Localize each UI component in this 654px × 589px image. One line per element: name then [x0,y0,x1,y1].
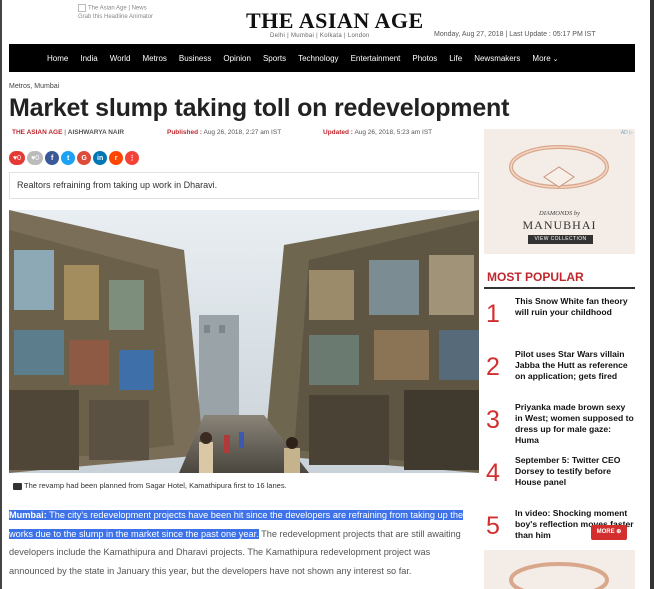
nav-photos[interactable]: Photos [412,54,437,63]
main-nav: Home India World Metros Business Opinion… [9,44,635,72]
article-title: Market slump taking toll on redevelopmen… [9,94,510,122]
nav-life[interactable]: Life [449,54,462,63]
most-popular-item[interactable]: 1 This Snow White fan theory will ruin y… [484,296,635,349]
ad-brand: MANUBHAI [522,218,597,232]
date-update: Monday, Aug 27, 2018 | Last Update : 05:… [434,31,596,38]
headline-link[interactable]: September 5: Twitter CEO Dorsey to testi… [515,455,635,488]
bracelet-image [509,562,609,589]
site-header: The Asian Age | News Grab this Headline … [0,0,654,44]
ad-tagline: DIAMONDS by [539,210,580,217]
like-button[interactable]: ♥ 0 [9,151,26,165]
adchoices-icon[interactable]: AD ▷ [621,130,633,136]
article-body: Mumbai: The city's redevelopment project… [9,510,464,576]
twitter-share-icon[interactable]: t [61,151,76,165]
nav-entertainment[interactable]: Entertainment [351,54,401,63]
nav-india[interactable]: India [80,54,97,63]
view-collection-button[interactable]: VIEW COLLECTION [528,235,593,244]
rank-number: 2 [486,353,500,381]
facebook-share-icon[interactable]: f [45,151,60,165]
headline-link[interactable]: Pilot uses Star Wars villain Jabba the H… [515,349,635,382]
linkedin-share-icon[interactable]: in [93,151,108,165]
most-popular-item[interactable]: 4 September 5: Twitter CEO Dorsey to tes… [484,455,635,508]
share-bar: ♥ 0 ♥ 0 f t G in r ⋮ [9,150,141,166]
most-popular-divider [484,287,635,289]
published-date: Published : Aug 26, 2018, 2:27 am IST [167,129,282,136]
window-border-left [0,0,2,589]
most-popular-heading: MOST POPULAR [487,270,584,284]
most-popular-list: 1 This Snow White fan theory will ruin y… [484,296,635,561]
street-photo-illustration [9,210,479,473]
nav-home[interactable]: Home [47,54,68,63]
window-border-right [650,0,654,589]
logo-editions: Delhi | Mumbai | Kolkata | London [270,33,370,39]
jewelry-ad-bottom[interactable] [484,550,635,589]
author-name[interactable]: AISHWARYA NAIR [68,129,124,136]
updated-date: Updated : Aug 26, 2018, 5:23 am IST [323,129,433,136]
nav-sports[interactable]: Sports [263,54,286,63]
broken-image-icon [78,4,86,12]
more-popular-button[interactable]: MORE ⊕ [591,525,627,540]
nav-business[interactable]: Business [179,54,211,63]
article-photo [9,210,479,473]
jewelry-ad-top[interactable]: AD ▷ DIAMONDS by MANUBHAI VIEW COLLECTIO… [484,129,635,254]
article-subheading: Realtors refraining from taking up work … [9,172,479,199]
nav-more-dropdown[interactable]: More [532,54,558,63]
photo-caption: The revamp had been planned from Sagar H… [13,481,287,490]
camera-icon [13,482,22,490]
more-share-icon[interactable]: ⋮ [125,151,140,165]
reddit-share-icon[interactable]: r [109,151,124,165]
site-logo[interactable]: THE ASIAN AGE [246,8,424,34]
headline-link[interactable]: This Snow White fan theory will ruin you… [515,296,635,318]
source-label[interactable]: THE ASIAN AGE [12,129,62,136]
headline-link[interactable]: Priyanka made brown sexy in West; women … [515,402,635,446]
nav-world[interactable]: World [110,54,131,63]
nav-newsmakers[interactable]: Newsmakers [474,54,520,63]
most-popular-item[interactable]: 3 Priyanka made brown sexy in West; wome… [484,402,635,455]
bracelet-image [509,145,609,189]
rank-number: 1 [486,300,500,328]
google-plus-share-icon[interactable]: G [77,151,92,165]
rank-number: 3 [486,406,500,434]
rank-number: 5 [486,512,500,540]
nav-metros[interactable]: Metros [142,54,166,63]
most-popular-item[interactable]: 2 Pilot uses Star Wars villain Jabba the… [484,349,635,402]
byline: THE ASIAN AGE | AISHWARYA NAIR Published… [12,129,433,136]
nav-technology[interactable]: Technology [298,54,338,63]
breadcrumb[interactable]: Metros, Mumbai [9,83,59,90]
rank-number: 4 [486,459,500,487]
headline-animator-ad[interactable]: The Asian Age | News Grab this Headline … [78,4,168,24]
nav-opinion[interactable]: Opinion [223,54,251,63]
dislike-button[interactable]: ♥ 0 [27,151,44,165]
